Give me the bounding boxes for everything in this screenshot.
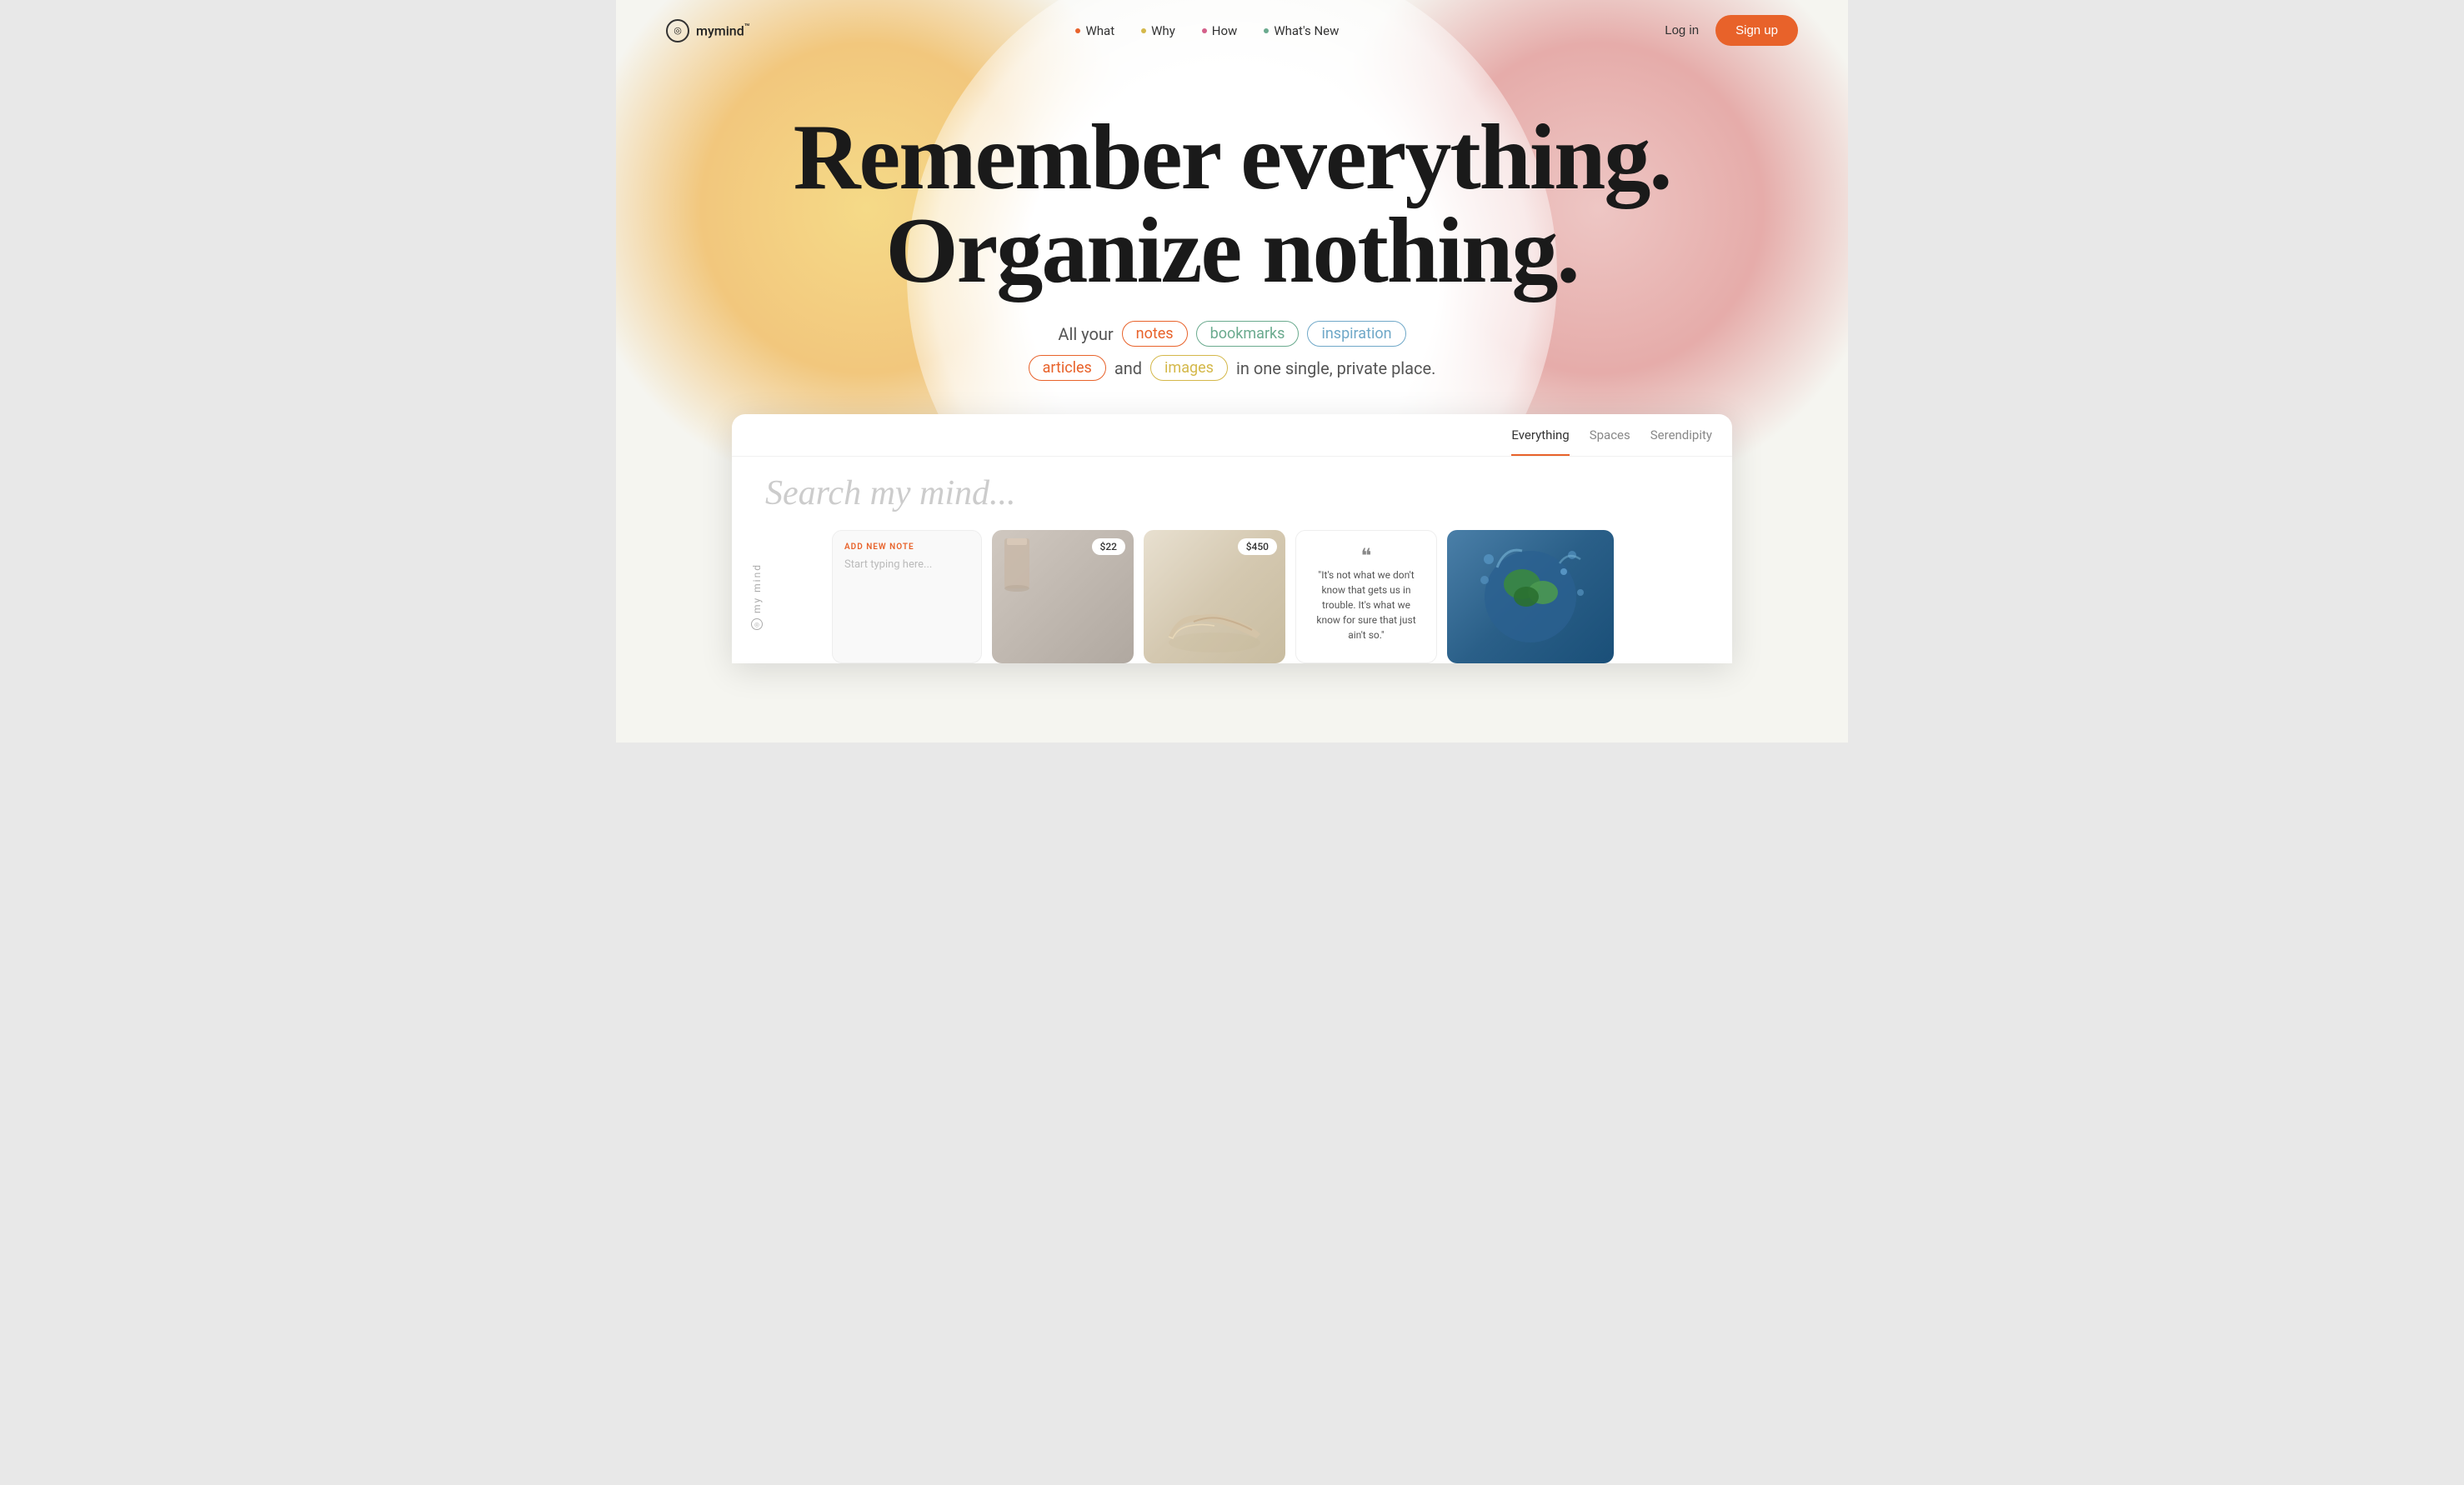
card-product-cup[interactable]: $22 (992, 530, 1134, 663)
logo[interactable]: ◎ mymind™ (666, 19, 750, 42)
nav-item-what[interactable]: What (1075, 23, 1114, 38)
add-note-label: ADD NEW NOTE (844, 542, 969, 552)
cup-price: $22 (1092, 538, 1125, 555)
app-search-area: Search my mind... (732, 457, 1732, 530)
navbar: ◎ mymind™ What Why How (616, 0, 1848, 61)
pill-inspiration: inspiration (1307, 321, 1405, 347)
card-product-sneaker[interactable]: $450 (1144, 530, 1285, 663)
login-button[interactable]: Log in (1665, 23, 1699, 38)
logo-name: mymind™ (696, 22, 750, 38)
quote-mark: ❝ (1310, 551, 1423, 561)
card-note[interactable]: ADD NEW NOTE Start typing here... (832, 530, 982, 663)
nav-label-what: What (1085, 23, 1114, 38)
and-text: and (1114, 358, 1142, 378)
note-placeholder: Start typing here... (844, 558, 969, 571)
nav-dot-what (1075, 28, 1080, 33)
nav-item-whats-new[interactable]: What's New (1264, 23, 1339, 38)
pill-articles: articles (1029, 355, 1106, 381)
signup-button[interactable]: Sign up (1715, 15, 1798, 46)
nav-actions: Log in Sign up (1665, 15, 1798, 46)
app-cards-container: ADD NEW NOTE Start typing here... $22 (782, 530, 1614, 663)
side-label-text: my mind (751, 563, 763, 613)
hero-line1: Remember everything. (794, 106, 1671, 209)
side-label-icon: ◎ (751, 618, 763, 630)
nav-label-whats-new: What's New (1274, 23, 1339, 38)
pill-bookmarks: bookmarks (1196, 321, 1300, 347)
logo-icon: ◎ (666, 19, 689, 42)
nav-label-why: Why (1151, 23, 1175, 38)
app-tabs: Everything Spaces Serendipity (732, 414, 1732, 457)
side-label-area: ◎ my mind (732, 530, 782, 663)
hero-title: Remember everything. Organize nothing. (616, 111, 1848, 298)
page-wrapper: ◎ mymind™ What Why How (616, 0, 1848, 742)
card-globe[interactable] (1447, 530, 1614, 663)
pill-notes: notes (1122, 321, 1188, 347)
sneaker-price: $450 (1238, 538, 1277, 555)
app-preview: Everything Spaces Serendipity Search my … (732, 414, 1732, 663)
tab-everything[interactable]: Everything (1511, 428, 1569, 456)
nav-links: What Why How What's New (1075, 23, 1339, 38)
nav-item-how[interactable]: How (1202, 23, 1238, 38)
hero-line2: Organize nothing. (886, 199, 1579, 302)
nav-label-how: How (1212, 23, 1238, 38)
subtitle-prefix: All your (1058, 324, 1113, 344)
cup-svg (992, 530, 1042, 605)
subtitle-row-2: articles and images in one single, priva… (1029, 355, 1436, 381)
subtitle-row-1: All your notes bookmarks inspiration (1058, 321, 1405, 347)
sneaker-svg (1160, 597, 1269, 655)
nav-dot-how (1202, 28, 1207, 33)
globe-svg (1464, 534, 1597, 659)
tab-spaces[interactable]: Spaces (1590, 428, 1630, 456)
side-label: ◎ my mind (751, 563, 763, 630)
card-quote[interactable]: ❝ "It's not what we don't know that gets… (1295, 530, 1437, 663)
pill-images: images (1150, 355, 1228, 381)
nav-item-why[interactable]: Why (1141, 23, 1175, 38)
quote-content: ❝ "It's not what we don't know that gets… (1310, 551, 1423, 642)
quote-text: "It's not what we don't know that gets u… (1310, 568, 1423, 642)
nav-dot-why (1141, 28, 1146, 33)
tab-serendipity[interactable]: Serendipity (1650, 428, 1712, 456)
app-content-area: ◎ my mind ADD NEW NOTE Start typing here… (732, 530, 1732, 663)
hero-section: Remember everything. Organize nothing. A… (616, 61, 1848, 381)
search-placeholder-text[interactable]: Search my mind... (765, 473, 1699, 513)
nav-dot-whats-new (1264, 28, 1269, 33)
subtitle-suffix: in one single, private place. (1236, 358, 1435, 378)
hero-subtitle: All your notes bookmarks inspiration art… (616, 321, 1848, 381)
